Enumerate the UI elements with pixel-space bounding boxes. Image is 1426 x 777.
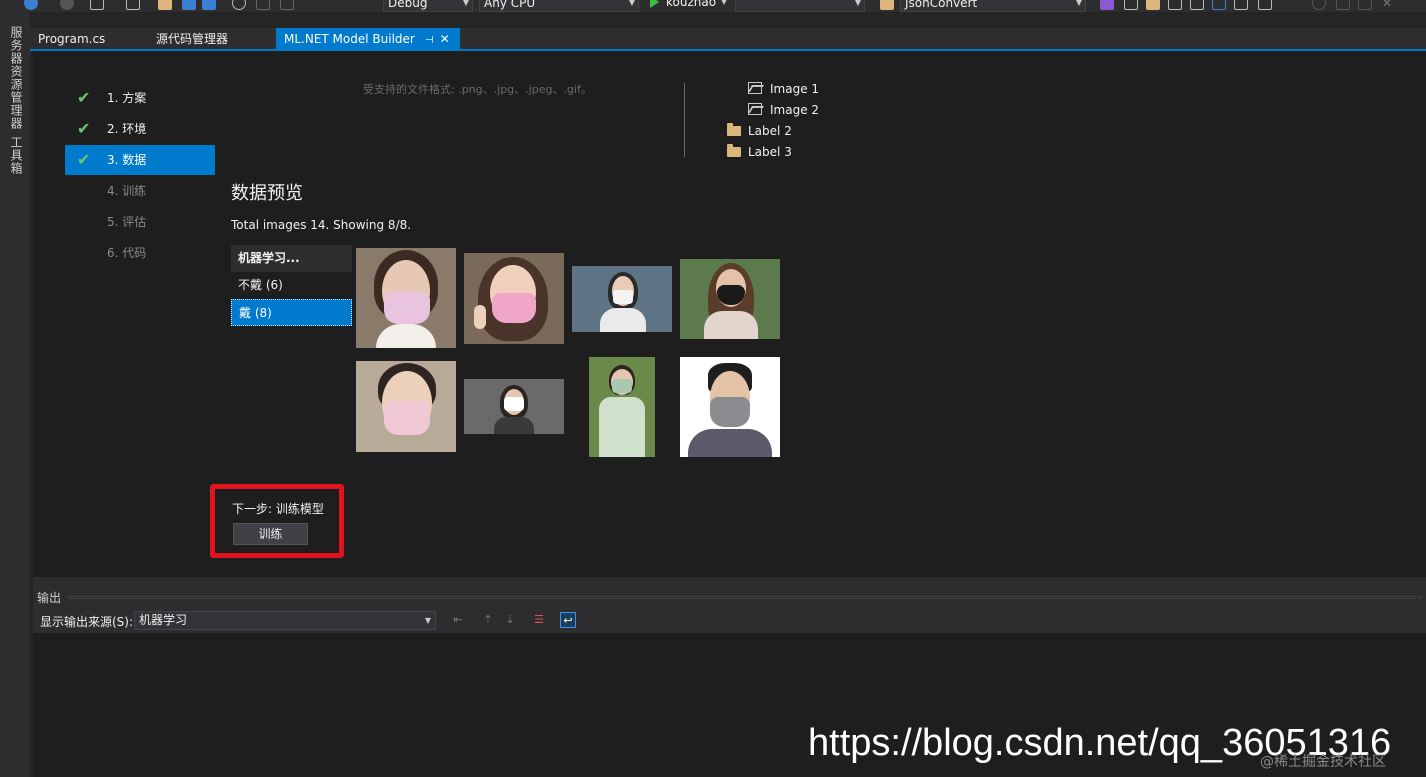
chevron-down-icon: ▼ — [1075, 0, 1082, 7]
divider — [684, 83, 685, 157]
image-thumbnail[interactable] — [356, 248, 456, 348]
server-explorer-tab[interactable]: 服务器资源管理器 — [8, 26, 25, 130]
new-project-icon[interactable] — [90, 0, 104, 10]
tab-program-cs[interactable]: Program.cs — [30, 28, 113, 50]
folder-icon — [727, 144, 741, 157]
panel-grip[interactable] — [67, 596, 1422, 599]
clear-all-icon[interactable]: ☰ — [531, 612, 547, 628]
previous-message-icon[interactable]: ⇡ — [480, 612, 496, 628]
chevron-down-icon: ▼ — [462, 0, 469, 7]
step-data[interactable]: ✔ 3. 数据 — [65, 145, 215, 175]
image-thumbnail[interactable] — [356, 361, 456, 452]
home-icon[interactable] — [1212, 0, 1226, 10]
tree-item-label-3: Label 3 — [726, 142, 846, 162]
toolbox-tab[interactable]: 工具箱 — [8, 136, 25, 175]
preview-title: 数据预览 — [231, 183, 303, 204]
output-source-label: 显示输出来源(S): — [40, 615, 134, 629]
checkmark-icon: ✔ — [77, 150, 91, 169]
category-no-mask[interactable]: 不戴 (6) — [231, 272, 352, 299]
category-mask[interactable]: 戴 (8) — [231, 299, 352, 326]
account-icon[interactable] — [1312, 0, 1326, 10]
image-thumbnail[interactable] — [589, 357, 655, 457]
checkmark-icon: ✔ — [77, 88, 91, 107]
document-tabs: Program.cs 源代码管理器 ML.NET Model Builder ⊣ ✕ — [30, 28, 1426, 50]
output-title: 输出 — [37, 591, 62, 605]
model-builder-panel: ✔ 1. 方案 ✔ 2. 环境 ✔ 3. 数据 4. 训练 5. 评估 6. 代… — [33, 51, 1426, 577]
undo-icon[interactable] — [308, 0, 322, 10]
step-train[interactable]: 4. 训练 — [65, 176, 215, 206]
back-icon[interactable] — [24, 0, 38, 10]
chevron-down-icon: ▼ — [424, 616, 431, 625]
chevron-down-icon: ▼ — [628, 0, 635, 7]
train-button[interactable]: 训练 — [233, 523, 308, 545]
image-thumbnail[interactable] — [680, 357, 780, 457]
folder-icon — [727, 123, 741, 136]
step-scenario[interactable]: ✔ 1. 方案 — [65, 83, 215, 113]
step-environment[interactable]: ✔ 2. 环境 — [65, 114, 215, 144]
preview-summary: Total images 14. Showing 8/8. — [231, 218, 412, 232]
layout-icon[interactable] — [1168, 0, 1182, 10]
paste-icon[interactable] — [280, 0, 294, 10]
search-select[interactable]: JsonConvert ▼ — [900, 0, 1086, 12]
output-source-select[interactable]: 机器学习 ▼ — [134, 611, 436, 630]
chevron-down-icon: ▼ — [854, 0, 861, 7]
find-icon[interactable] — [880, 0, 894, 10]
next-message-icon[interactable]: ⇣ — [502, 612, 518, 628]
image-thumbnail[interactable] — [680, 259, 780, 339]
next-step-label: 下一步: 训练模型 — [232, 502, 324, 516]
redo-icon[interactable] — [342, 0, 356, 10]
run-dropdown[interactable]: ▼ — [720, 0, 730, 12]
config-select[interactable]: Debug ▼ — [383, 0, 473, 12]
copy-icon[interactable] — [256, 0, 270, 10]
close-icon[interactable]: ✕ — [440, 28, 450, 50]
supported-formats-text: 受支持的文件格式: .png、.jpg、.jpeg、.gif。 — [363, 83, 592, 96]
step-code[interactable]: 6. 代码 — [65, 238, 215, 268]
tab-source-control[interactable]: 源代码管理器 — [148, 28, 236, 50]
watermark-small: @稀土掘金技术社区 — [1260, 754, 1386, 770]
forward-icon[interactable] — [60, 0, 74, 10]
terminal-icon[interactable] — [1258, 0, 1272, 10]
tree-item-image-1: Image 1 — [748, 79, 868, 99]
checkmark-icon: ✔ — [77, 119, 91, 138]
save-icon[interactable] — [182, 0, 196, 10]
left-tool-strip: 服务器资源管理器 工具箱 — [0, 12, 30, 777]
run-icon[interactable] — [650, 0, 659, 8]
panel-splitter[interactable] — [33, 577, 1426, 586]
wrench-icon[interactable] — [1124, 0, 1138, 10]
startup-select[interactable]: ▼ — [735, 0, 865, 12]
next-step-highlight: 下一步: 训练模型 训练 — [210, 484, 344, 558]
find-message-icon[interactable]: ⇤ — [450, 612, 466, 628]
tab-model-builder[interactable]: ML.NET Model Builder ⊣ ✕ — [276, 28, 460, 50]
platform-select[interactable]: Any CPU ▼ — [479, 0, 639, 12]
open-folder-icon[interactable] — [158, 0, 172, 10]
category-list: 机器学习... 不戴 (6) 戴 (8) — [231, 245, 352, 326]
chevron-down-icon: ▼ — [720, 0, 727, 6]
close-icon[interactable]: ✕ — [1382, 0, 1396, 10]
main-toolbar: Debug ▼ Any CPU ▼ kouzhao ▼ ▼ JsonConvert ▼… — [0, 0, 1426, 12]
image-thumbnail[interactable] — [464, 379, 564, 434]
solution-icon[interactable] — [1234, 0, 1248, 10]
camera-icon[interactable] — [1336, 0, 1350, 10]
extension-icon[interactable] — [1100, 0, 1114, 10]
tree-item-image-2: Image 2 — [748, 100, 868, 120]
image-icon — [748, 82, 762, 94]
output-toolbar: 显示输出来源(S): 机器学习 ▼ ⇤ ⇡ ⇣ ☰ ↩ — [33, 608, 1426, 633]
category-header[interactable]: 机器学习... — [231, 245, 352, 272]
tree-item-label-2: Label 2 — [726, 121, 846, 141]
image-icon — [748, 103, 762, 115]
word-wrap-icon[interactable]: ↩ — [560, 612, 576, 628]
image-thumbnail[interactable] — [464, 253, 564, 344]
properties-icon[interactable] — [1146, 0, 1160, 10]
add-item-icon[interactable] — [126, 0, 140, 10]
run-target[interactable]: kouzhao — [666, 0, 716, 9]
settings-icon[interactable] — [1358, 0, 1372, 10]
output-header: 输出 — [33, 586, 1426, 608]
step-evaluate[interactable]: 5. 评估 — [65, 207, 215, 237]
windows-icon[interactable] — [1190, 0, 1204, 10]
cut-icon[interactable] — [232, 0, 246, 10]
image-thumbnail[interactable] — [572, 266, 672, 332]
save-all-icon[interactable] — [202, 0, 216, 10]
